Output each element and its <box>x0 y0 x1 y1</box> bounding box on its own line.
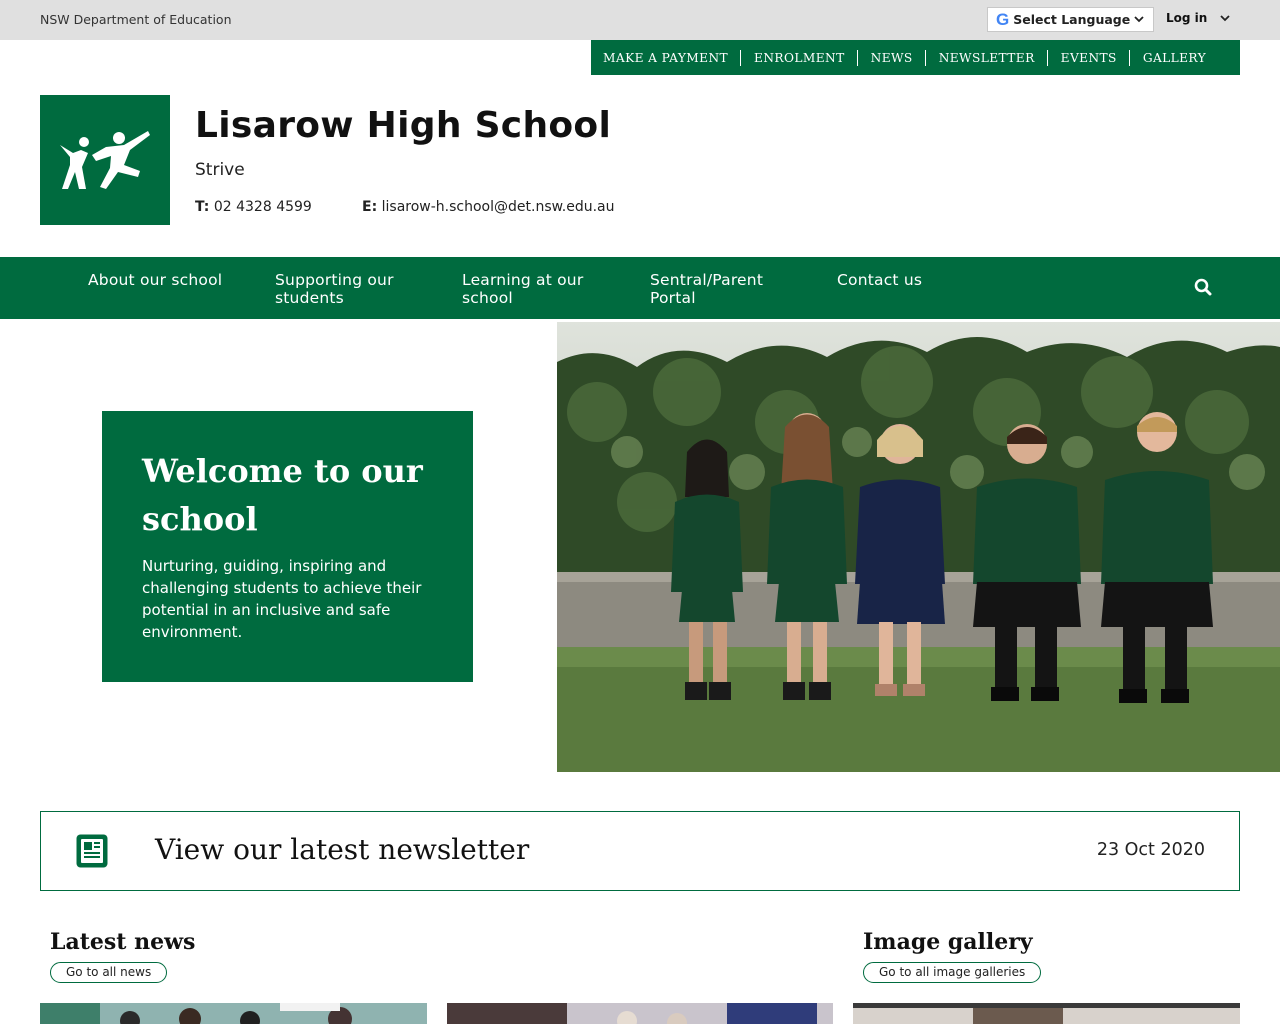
quick-link-gallery[interactable]: GALLERY <box>1143 51 1218 65</box>
google-g-icon: G <box>996 9 1010 29</box>
nav-item-label: About our school <box>88 271 223 289</box>
welcome-card: Welcome to our school Nurturing, guiding… <box>102 411 473 682</box>
email-contact: E: lisarow-h.school@det.nsw.edu.au <box>362 199 615 215</box>
news-thumbnail-1 <box>40 1003 427 1024</box>
chevron-down-icon <box>1220 15 1230 22</box>
hero-image <box>557 322 1280 772</box>
welcome-title: Welcome to our school <box>142 447 433 543</box>
welcome-title-line1: Welcome to our <box>142 452 423 490</box>
phone-label: T: <box>195 199 210 215</box>
newsletter-date: 23 Oct 2020 <box>1096 840 1205 860</box>
language-select[interactable]: G Select Language <box>987 7 1154 32</box>
all-news-button[interactable]: Go to all news <box>50 962 168 983</box>
news-card-image[interactable] <box>40 1003 427 1024</box>
email-label: E: <box>362 199 378 215</box>
login-label: Log in <box>1166 11 1208 25</box>
latest-news-heading: Latest news <box>50 929 196 955</box>
school-motto: Strive <box>195 160 245 180</box>
nsw-education-figures-logo <box>60 131 150 189</box>
top-utility-bar: NSW Department of Education G Select Lan… <box>0 0 1280 40</box>
nav-item-label: students <box>275 289 344 307</box>
nav-item-sentral-portal[interactable]: Sentral/Parent Portal <box>650 271 763 307</box>
school-logo[interactable] <box>40 95 170 225</box>
quick-link-news[interactable]: NEWS <box>871 51 925 65</box>
quick-link-divider <box>1128 49 1130 66</box>
news-card-image[interactable] <box>447 1003 833 1024</box>
department-name: NSW Department of Education <box>40 12 232 27</box>
latest-newsletter-link[interactable]: View our latest newsletter 23 Oct 2020 <box>40 811 1240 891</box>
quick-link-divider <box>740 49 742 66</box>
nav-item-label: Learning at our <box>462 271 584 289</box>
quick-link-make-a-payment[interactable]: MAKE A PAYMENT <box>603 51 740 65</box>
nav-item-label: Portal <box>650 289 696 307</box>
phone-contact: T: 02 4328 4599 <box>195 199 312 215</box>
hero-image-students-and-principal <box>557 322 1280 772</box>
quick-link-newsletter[interactable]: NEWSLETTER <box>939 51 1047 65</box>
quick-links-bar: MAKE A PAYMENT ENROLMENT NEWS NEWSLETTER… <box>591 40 1240 75</box>
email-address[interactable]: lisarow-h.school@det.nsw.edu.au <box>382 199 615 215</box>
newspaper-icon <box>76 834 108 868</box>
quick-link-divider <box>856 49 858 66</box>
quick-link-divider <box>924 49 926 66</box>
nav-item-about[interactable]: About our school <box>88 271 222 289</box>
school-name[interactable]: Lisarow High School <box>195 105 611 146</box>
newsletter-title: View our latest newsletter <box>155 833 530 866</box>
nav-item-contact[interactable]: Contact us <box>837 271 922 289</box>
gallery-thumbnail-1 <box>853 1003 1240 1024</box>
nav-item-label: Sentral/Parent <box>650 271 764 289</box>
search-icon[interactable] <box>1194 278 1212 296</box>
gallery-card-image[interactable] <box>853 1003 1240 1024</box>
phone-number[interactable]: 02 4328 4599 <box>214 199 312 215</box>
language-select-label: Select Language <box>1013 12 1131 27</box>
welcome-title-line2: school <box>142 500 258 538</box>
nav-item-supporting[interactable]: Supporting our students <box>275 271 394 307</box>
nav-item-learning[interactable]: Learning at our school <box>462 271 583 307</box>
quick-link-divider <box>1046 49 1048 66</box>
quick-link-enrolment[interactable]: ENROLMENT <box>754 51 857 65</box>
nav-item-label: Contact us <box>837 271 923 289</box>
chevron-down-icon <box>1134 16 1144 23</box>
login-button[interactable]: Log in <box>1166 11 1231 25</box>
news-thumbnail-2 <box>447 1003 833 1024</box>
all-galleries-button[interactable]: Go to all image galleries <box>863 962 1042 983</box>
quick-link-events[interactable]: EVENTS <box>1061 51 1129 65</box>
nav-item-label: school <box>462 289 513 307</box>
welcome-text: Nurturing, guiding, inspiring and challe… <box>142 557 422 641</box>
image-gallery-heading: Image gallery <box>863 929 1033 955</box>
main-navigation: About our school Supporting our students… <box>0 257 1280 319</box>
nav-item-label: Supporting our <box>275 271 394 289</box>
